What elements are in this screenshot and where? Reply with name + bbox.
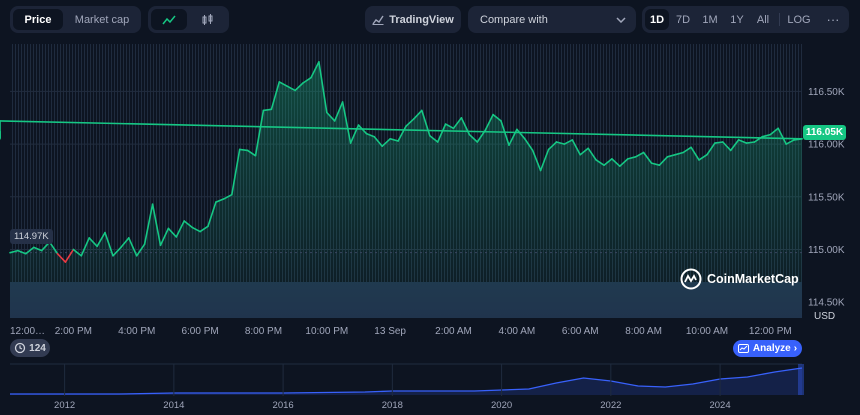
overview-tick-label: 2016 <box>273 400 294 411</box>
analyze-button[interactable]: Analyze › <box>733 340 802 357</box>
overview-tick-label: 2012 <box>54 400 75 411</box>
chevron-right-icon: › <box>793 343 798 354</box>
overview-chart: 2012 2014 2016 2018 2020 2022 2024 <box>10 363 804 411</box>
x-tick-label: 4:00 PM <box>118 326 155 337</box>
x-tick-label: 2:00 AM <box>435 326 472 337</box>
currency-label: USD <box>814 311 836 322</box>
current-price-label: 116.05K <box>803 125 846 140</box>
overview-tick-label: 2020 <box>491 400 512 411</box>
x-tick-label: 6:00 AM <box>562 326 599 337</box>
open-price-label: 114.97K <box>10 229 53 244</box>
y-tick-label: 115.00K <box>808 245 845 256</box>
price-segment <box>238 148 249 152</box>
watermark-text: CoinMarketCap <box>707 272 799 286</box>
x-tick-label: 12:00… <box>10 326 45 337</box>
y-axis: 116.50K 116.00K 115.50K 115.00K 114.50K <box>808 87 845 309</box>
overview-range-handle <box>798 364 804 395</box>
x-tick-label: 8:00 AM <box>625 326 662 337</box>
y-tick-label: 116.50K <box>808 87 845 98</box>
analyze-icon <box>737 344 749 353</box>
y-tick-label: 116.00K <box>808 140 845 151</box>
price-segment <box>745 141 756 144</box>
x-tick-label: 12:00 PM <box>749 326 792 337</box>
x-tick-label: 8:00 PM <box>245 326 282 337</box>
coinmarketcap-watermark: CoinMarketCap <box>680 268 799 290</box>
x-tick-label: 10:00 PM <box>305 326 348 337</box>
history-badge[interactable]: 124 <box>10 339 50 357</box>
x-tick-label: 2:00 PM <box>55 326 92 337</box>
price-segment <box>714 141 724 144</box>
price-segment <box>262 108 273 112</box>
overview-tick-label: 2014 <box>163 400 184 411</box>
overview-tick-label: 2018 <box>382 400 403 411</box>
x-tick-label: 4:00 AM <box>499 326 536 337</box>
y-tick-label: 114.50K <box>808 298 845 309</box>
y-tick-label: 115.50K <box>808 192 845 203</box>
x-tick-label: 10:00 AM <box>686 326 728 337</box>
x-axis: 12:00… 2:00 PM 4:00 PM 6:00 PM 8:00 PM 10:00 … <box>10 326 792 337</box>
x-tick-label: 6:00 PM <box>181 326 218 337</box>
overview-tick-label: 2022 <box>600 400 621 411</box>
analyze-label: Analyze <box>752 343 791 354</box>
x-tick-label: 13 Sep <box>374 326 406 337</box>
overview-tick-label: 2024 <box>709 400 730 411</box>
history-icon <box>15 342 26 354</box>
price-chart[interactable]: 116.50K 116.00K 115.50K 115.00K 114.50K 12:0… <box>0 0 860 415</box>
history-count: 124 <box>29 342 46 354</box>
coinmarketcap-logo-icon <box>680 268 702 290</box>
